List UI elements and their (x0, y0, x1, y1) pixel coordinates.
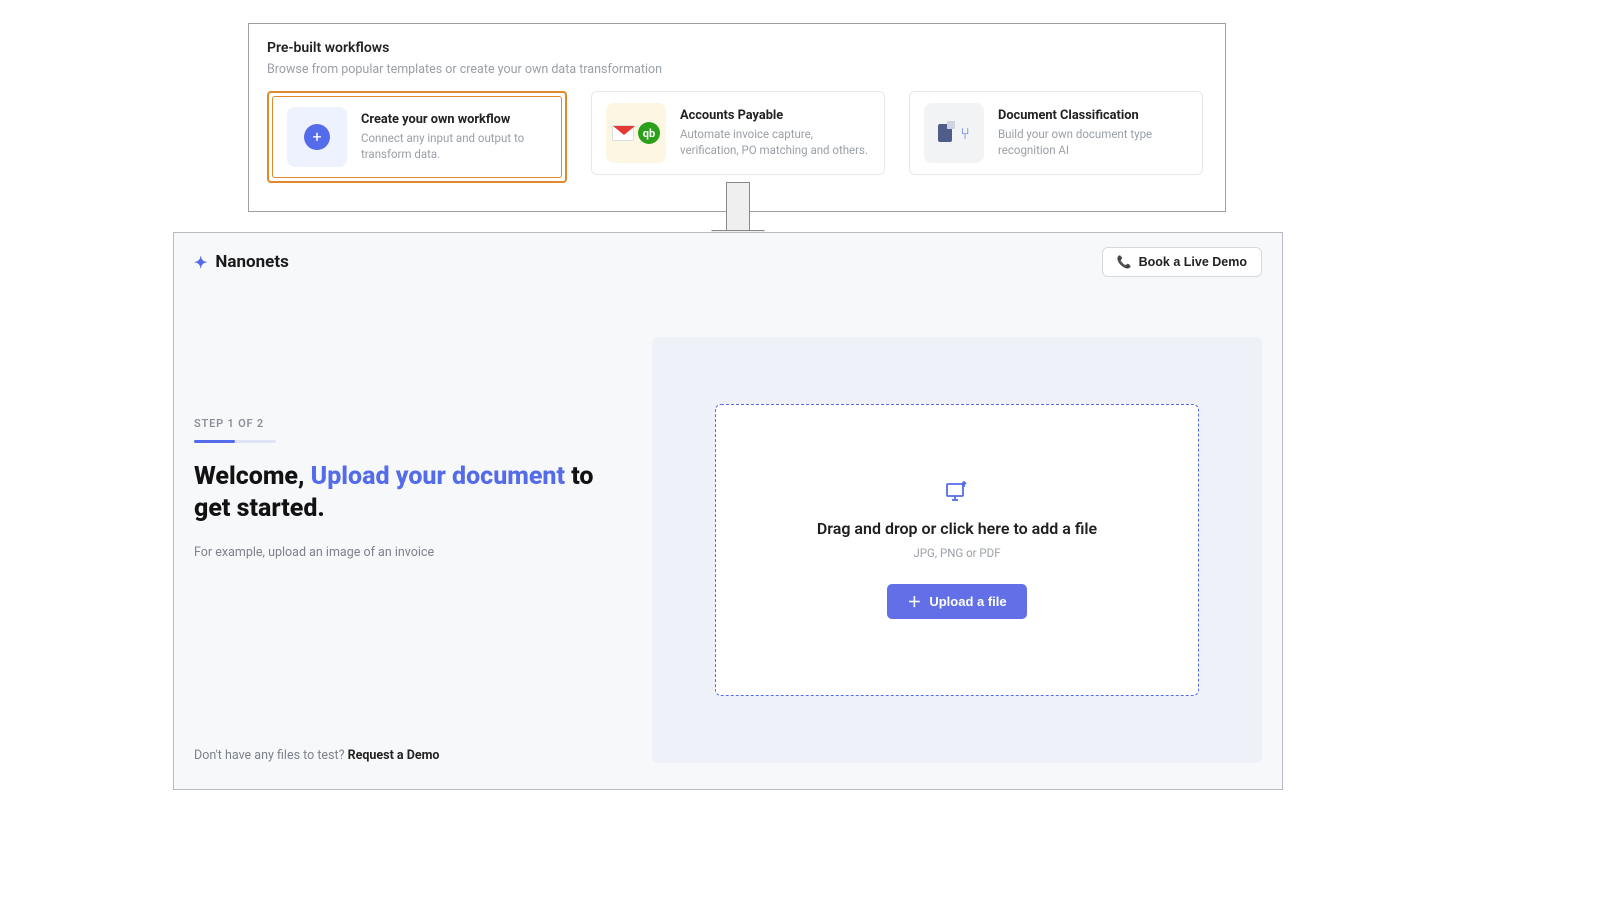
progress-bar (194, 440, 276, 443)
plus-icon: ＋ (907, 595, 921, 609)
workflow-card-row: + Create your own workflow Connect any i… (267, 91, 1207, 183)
upload-monitor-icon (945, 481, 969, 509)
workflow-card-desc: Connect any input and output to transfor… (361, 131, 547, 162)
document-branch-icon: ⑂ (924, 103, 984, 163)
workflow-card-title: Create your own workflow (361, 112, 547, 127)
workflows-section-subtitle: Browse from popular templates or create … (267, 62, 1207, 77)
workflow-card-accounts-payable[interactable]: qb Accounts Payable Automate invoice cap… (591, 91, 885, 175)
workflow-card-desc: Automate invoice capture, verification, … (680, 127, 870, 158)
upload-area-container: Drag and drop or click here to add a fil… (652, 337, 1262, 763)
welcome-highlight: Upload your document (311, 462, 565, 491)
gmail-quickbooks-icon: qb (606, 103, 666, 163)
footer-hint: Don't have any files to test? Request a … (194, 748, 439, 763)
brand-name: Nanonets (215, 252, 288, 272)
onboarding-left-column: STEP 1 OF 2 Welcome, Upload your documen… (194, 277, 634, 763)
step-indicator: STEP 1 OF 2 (194, 417, 634, 430)
request-demo-link[interactable]: Request a Demo (348, 748, 440, 763)
upload-file-label: Upload a file (929, 594, 1006, 609)
workflow-card-title: Accounts Payable (680, 108, 870, 123)
book-demo-label: Book a Live Demo (1139, 255, 1247, 269)
phone-icon: 📞 (1117, 255, 1132, 269)
file-dropzone[interactable]: Drag and drop or click here to add a fil… (715, 404, 1199, 696)
welcome-prefix: Welcome, (194, 462, 311, 491)
progress-bar-fill (194, 440, 235, 443)
workflow-card-highlight: + Create your own workflow Connect any i… (267, 91, 567, 183)
workflow-card-create-own[interactable]: + Create your own workflow Connect any i… (273, 97, 561, 177)
workflow-card-doc-classification[interactable]: ⑂ Document Classification Build your own… (909, 91, 1203, 175)
welcome-heading: Welcome, Upload your document to get sta… (194, 461, 594, 525)
workflow-card-desc: Build your own document type recognition… (998, 127, 1188, 158)
book-demo-button[interactable]: 📞 Book a Live Demo (1102, 247, 1262, 277)
dropzone-title: Drag and drop or click here to add a fil… (817, 519, 1097, 538)
nanonets-mark-icon: ✦ (194, 253, 207, 272)
upload-app-panel: ✦ Nanonets 📞 Book a Live Demo STEP 1 OF … (173, 232, 1283, 790)
upload-file-button[interactable]: ＋ Upload a file (887, 584, 1026, 619)
footer-prefix: Don't have any files to test? (194, 748, 348, 763)
plus-circle-icon: + (287, 107, 347, 167)
example-hint: For example, upload an image of an invoi… (194, 545, 634, 560)
workflow-card-title: Document Classification (998, 108, 1188, 123)
workflows-section-title: Pre-built workflows (267, 40, 1207, 56)
dropzone-subtitle: JPG, PNG or PDF (913, 546, 1000, 560)
app-header: ✦ Nanonets 📞 Book a Live Demo (174, 233, 1282, 277)
brand-logo: ✦ Nanonets (194, 252, 289, 272)
